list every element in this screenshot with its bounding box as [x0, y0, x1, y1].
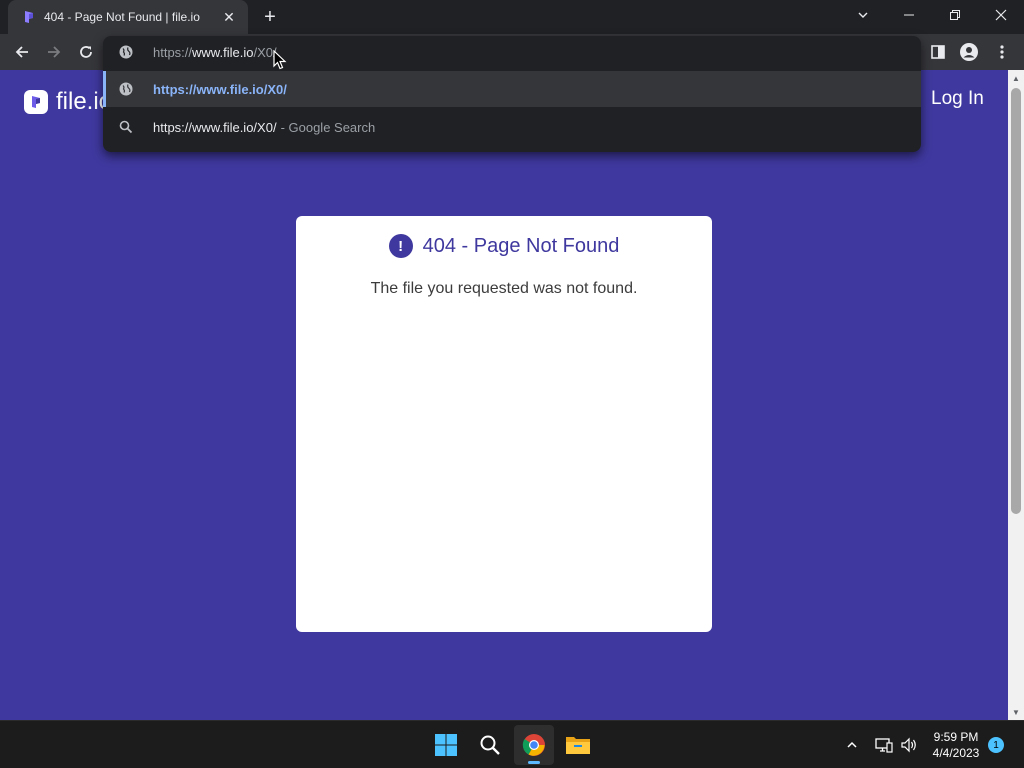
suggestion-url-text: https://www.file.io/X0/	[153, 81, 287, 97]
address-bar-text: https://www.file.io/X0/	[153, 45, 277, 60]
search-icon	[480, 735, 500, 755]
mouse-cursor-icon	[273, 50, 287, 70]
fileio-logo-icon	[24, 90, 48, 114]
scrollbar-thumb[interactable]	[1011, 88, 1021, 514]
suggestion-search-suffix: - Google Search	[280, 119, 376, 135]
forward-arrow-icon[interactable]	[40, 38, 68, 66]
clock-date: 4/4/2023	[932, 746, 980, 760]
fileio-favicon-icon	[25, 11, 33, 23]
error-title: 404 - Page Not Found	[422, 234, 620, 257]
volume-icon[interactable]	[897, 733, 921, 757]
globe-icon	[119, 45, 133, 59]
new-tab-button[interactable]: +	[258, 6, 282, 28]
browser-tab-active[interactable]: 404 - Page Not Found | file.io ✕	[8, 0, 248, 34]
tab-close-icon[interactable]: ✕	[220, 8, 238, 26]
url-scheme: https://	[153, 44, 193, 60]
suggestion-search-text: https://www.file.io/X0/	[153, 119, 277, 135]
web-page-content: file.io Log In ! 404 - Page Not Found Th…	[0, 70, 1008, 720]
chrome-icon	[522, 734, 545, 756]
browser-titlebar: 404 - Page Not Found | file.io ✕ +	[0, 0, 1024, 34]
error-message: The file you requested was not found.	[370, 280, 638, 297]
back-arrow-icon[interactable]	[8, 38, 36, 66]
minimize-window-icon[interactable]	[886, 0, 932, 30]
address-bar-input[interactable]: https://www.file.io/X0/	[103, 36, 921, 68]
taskbar-chrome-button[interactable]	[514, 725, 554, 765]
taskbar-clock[interactable]: 9:59 PM 4/4/2023	[926, 729, 986, 761]
scroll-up-icon[interactable]: ▲	[1008, 70, 1024, 86]
fileio-logo[interactable]: file.io	[24, 88, 112, 116]
tab-title: 404 - Page Not Found | file.io	[44, 10, 200, 24]
scroll-down-icon[interactable]: ▼	[1008, 704, 1024, 720]
error-header: ! 404 - Page Not Found	[296, 234, 712, 258]
network-icon[interactable]	[872, 733, 896, 757]
exclamation-icon: !	[388, 234, 413, 258]
login-link[interactable]: Log In	[931, 88, 984, 110]
reload-icon[interactable]	[72, 38, 100, 66]
close-window-icon[interactable]	[978, 0, 1024, 30]
side-panel-icon[interactable]	[924, 38, 952, 66]
file-explorer-icon	[566, 737, 590, 754]
start-icon	[435, 734, 457, 756]
omnibox-suggestion-search[interactable]: https://www.file.io/X0/ - Google Search	[103, 109, 921, 145]
clock-time: 9:59 PM	[933, 730, 979, 744]
page-scrollbar[interactable]: ▲ ▼	[1008, 70, 1024, 720]
omnibox-dropdown: https://www.file.io/X0/ https://www.file…	[103, 36, 921, 152]
taskbar-search-button[interactable]	[470, 725, 510, 765]
tray-overflow-chevron-icon[interactable]	[840, 733, 864, 757]
omnibox-suggestion-url[interactable]: https://www.file.io/X0/	[103, 71, 921, 107]
tab-search-icon[interactable]	[840, 0, 886, 30]
active-app-indicator	[528, 761, 540, 764]
windows-taskbar: 9:59 PM 4/4/2023 1	[0, 720, 1024, 768]
url-host: www.file.io	[192, 44, 254, 60]
profile-avatar-icon[interactable]	[955, 38, 983, 66]
notification-badge[interactable]: 1	[988, 737, 1004, 753]
search-icon	[117, 118, 135, 136]
error-card: ! 404 - Page Not Found The file you requ…	[296, 216, 712, 632]
start-button[interactable]	[426, 725, 466, 765]
more-menu-icon[interactable]	[988, 38, 1016, 66]
restore-window-icon[interactable]	[932, 0, 978, 30]
taskbar-file-explorer-button[interactable]	[558, 725, 598, 765]
globe-icon	[117, 80, 135, 98]
